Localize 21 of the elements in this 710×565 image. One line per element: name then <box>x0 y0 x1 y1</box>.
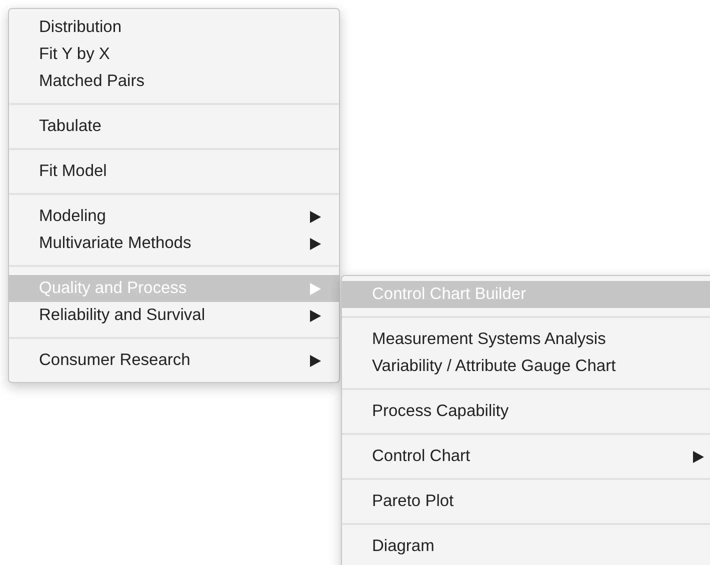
menu-item[interactable]: Diagram <box>342 533 710 560</box>
caret-icon <box>310 354 321 366</box>
menu-item[interactable]: Modeling <box>9 203 339 230</box>
menu-item[interactable]: Pareto Plot <box>342 488 710 515</box>
menu-item[interactable]: Reliability and Survival <box>9 302 339 329</box>
menu-item[interactable]: Fit Model <box>9 158 339 185</box>
menu-item[interactable]: Tabulate <box>9 113 339 140</box>
menu-item[interactable]: Process Capability <box>342 398 710 425</box>
menu-item[interactable]: Measurement Systems Analysis <box>342 326 710 353</box>
caret-icon <box>310 238 321 250</box>
menu-item[interactable]: Fit Y by X <box>9 41 339 68</box>
menu-item[interactable]: Multivariate Methods <box>9 230 339 257</box>
caret-icon <box>310 310 321 322</box>
caret-icon <box>310 282 321 294</box>
menu-item[interactable]: Distribution <box>9 14 339 41</box>
menu-item[interactable]: Variability / Attribute Gauge Chart <box>342 353 710 380</box>
menu-item[interactable]: Control Chart <box>342 443 710 470</box>
menu-item[interactable]: Consumer Research <box>9 347 339 374</box>
caret-icon <box>693 450 704 462</box>
menu-item[interactable]: Matched Pairs <box>9 68 339 95</box>
caret-icon <box>310 210 321 222</box>
